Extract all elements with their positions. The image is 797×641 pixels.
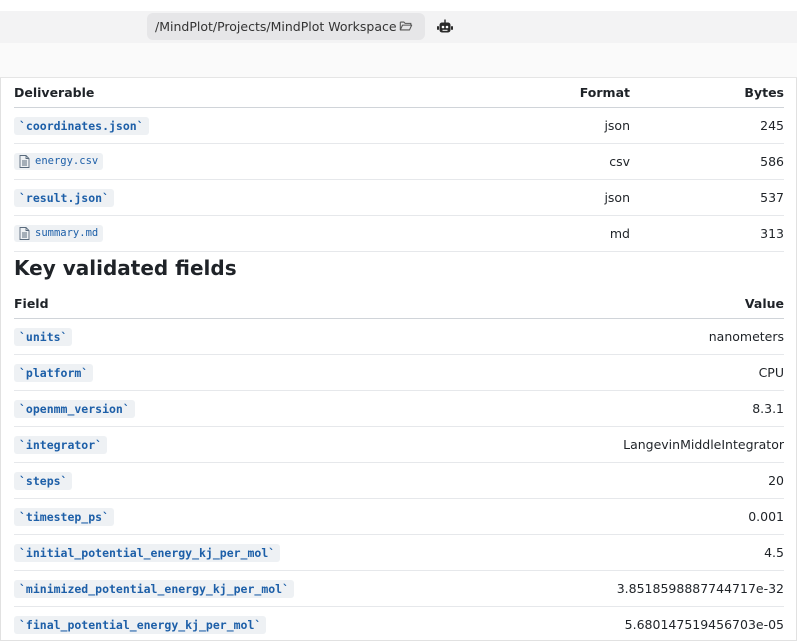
table-row: `minimized_potential_energy_kj_per_mol` 3… — [14, 570, 784, 607]
deliverable-cell: energy.csv — [14, 143, 454, 180]
path-text: /MindPlot/Projects/MindPlot Workspace — [155, 19, 397, 34]
field-cell: `steps` — [14, 462, 474, 499]
deliverable-name: summary.md — [35, 227, 99, 239]
format-cell: md — [454, 215, 630, 252]
field-name: `integrator` — [14, 435, 108, 454]
file-icon — [19, 226, 30, 240]
field-name: `initial_potential_energy_kj_per_mol` — [14, 543, 281, 562]
deliverable-cell: summary.md — [14, 215, 454, 252]
field-cell: `platform` — [14, 354, 474, 391]
table-row: `steps` 20 — [14, 462, 784, 499]
field-name: `minimized_potential_energy_kj_per_mol` — [14, 579, 295, 598]
bytes-cell: 586 — [630, 143, 784, 180]
value-cell: 5.680147519456703e-05 — [474, 606, 784, 641]
table-header-row: Deliverable Format Bytes — [14, 78, 784, 108]
header-format: Format — [454, 78, 630, 108]
deliverables-body: `coordinates.json` json 245 energy.csv csv 58… — [14, 107, 784, 252]
value-cell: 0.001 — [474, 498, 784, 535]
field-name: `openmm_version` — [14, 399, 135, 418]
value-cell: 3.8518598887744717e-32 — [474, 570, 784, 607]
value-cell: nanometers — [474, 318, 784, 355]
table-row: `coordinates.json` json 245 — [14, 107, 784, 144]
field-cell: `final_potential_energy_kj_per_mol` — [14, 606, 474, 641]
table-row: `timestep_ps` 0.001 — [14, 498, 784, 535]
deliverable-name: `result.json` — [19, 190, 110, 205]
field-name: `steps` — [14, 471, 73, 490]
field-name: `platform` — [14, 363, 94, 382]
field-cell: `integrator` — [14, 426, 474, 463]
open-folder-icon[interactable] — [399, 19, 413, 33]
table-row: `units` nanometers — [14, 318, 784, 355]
table-row: `openmm_version` 8.3.1 — [14, 390, 784, 427]
validated-fields-table: Field Value `units` nanometers `platform` C… — [14, 289, 784, 641]
top-toolbar: /MindPlot/Projects/MindPlot Workspace — [0, 11, 797, 44]
field-cell: `initial_potential_energy_kj_per_mol` — [14, 534, 474, 571]
table-row: `result.json` json 537 — [14, 179, 784, 216]
field-name: `timestep_ps` — [14, 507, 115, 526]
field-cell: `minimized_potential_energy_kj_per_mol` — [14, 570, 474, 607]
deliverable-name: `coordinates.json` — [19, 118, 144, 133]
field-name: `units` — [14, 327, 73, 346]
table-header-row: Field Value — [14, 289, 784, 319]
value-cell: 4.5 — [474, 534, 784, 571]
field-cell: `openmm_version` — [14, 390, 474, 427]
header-deliverable: Deliverable — [14, 78, 454, 108]
document-content: Deliverable Format Bytes `coordinates.js… — [0, 78, 797, 641]
format-cell: json — [454, 179, 630, 216]
field-cell: `timestep_ps` — [14, 498, 474, 535]
header-bytes: Bytes — [630, 78, 784, 108]
file-link[interactable]: energy.csv — [14, 152, 104, 170]
value-cell: 20 — [474, 462, 784, 499]
deliverable-name: energy.csv — [35, 155, 99, 167]
validated-body: `units` nanometers `platform` CPU `openmm_ve… — [14, 318, 784, 641]
bytes-cell: 313 — [630, 215, 784, 252]
deliverables-table: Deliverable Format Bytes `coordinates.js… — [14, 78, 784, 252]
robot-icon[interactable] — [436, 18, 454, 36]
value-cell: CPU — [474, 354, 784, 391]
code-chip: `result.json` — [14, 188, 115, 207]
secondary-toolbar — [0, 43, 797, 78]
format-cell: json — [454, 107, 630, 144]
table-row: `integrator` LangevinMiddleIntegrator — [14, 426, 784, 463]
table-row: `initial_potential_energy_kj_per_mol` 4.5 — [14, 534, 784, 571]
code-chip: `coordinates.json` — [14, 116, 149, 135]
table-row: energy.csv csv 586 — [14, 143, 784, 180]
bytes-cell: 245 — [630, 107, 784, 144]
file-icon — [19, 154, 30, 168]
bytes-cell: 537 — [630, 179, 784, 216]
value-cell: 8.3.1 — [474, 390, 784, 427]
table-row: `final_potential_energy_kj_per_mol` 5.680… — [14, 606, 784, 641]
value-cell: LangevinMiddleIntegrator — [474, 426, 784, 463]
header-field: Field — [14, 289, 474, 319]
format-cell: csv — [454, 143, 630, 180]
validated-fields-heading: Key validated fields — [14, 256, 237, 280]
file-link[interactable]: summary.md — [14, 224, 104, 242]
field-name: `final_potential_energy_kj_per_mol` — [14, 615, 267, 634]
field-cell: `units` — [14, 318, 474, 355]
path-bar[interactable]: /MindPlot/Projects/MindPlot Workspace — [147, 13, 425, 40]
table-row: `platform` CPU — [14, 354, 784, 391]
deliverable-cell: `result.json` — [14, 179, 454, 216]
table-row: summary.md md 313 — [14, 215, 784, 252]
header-value: Value — [474, 289, 784, 319]
deliverable-cell: `coordinates.json` — [14, 107, 454, 144]
